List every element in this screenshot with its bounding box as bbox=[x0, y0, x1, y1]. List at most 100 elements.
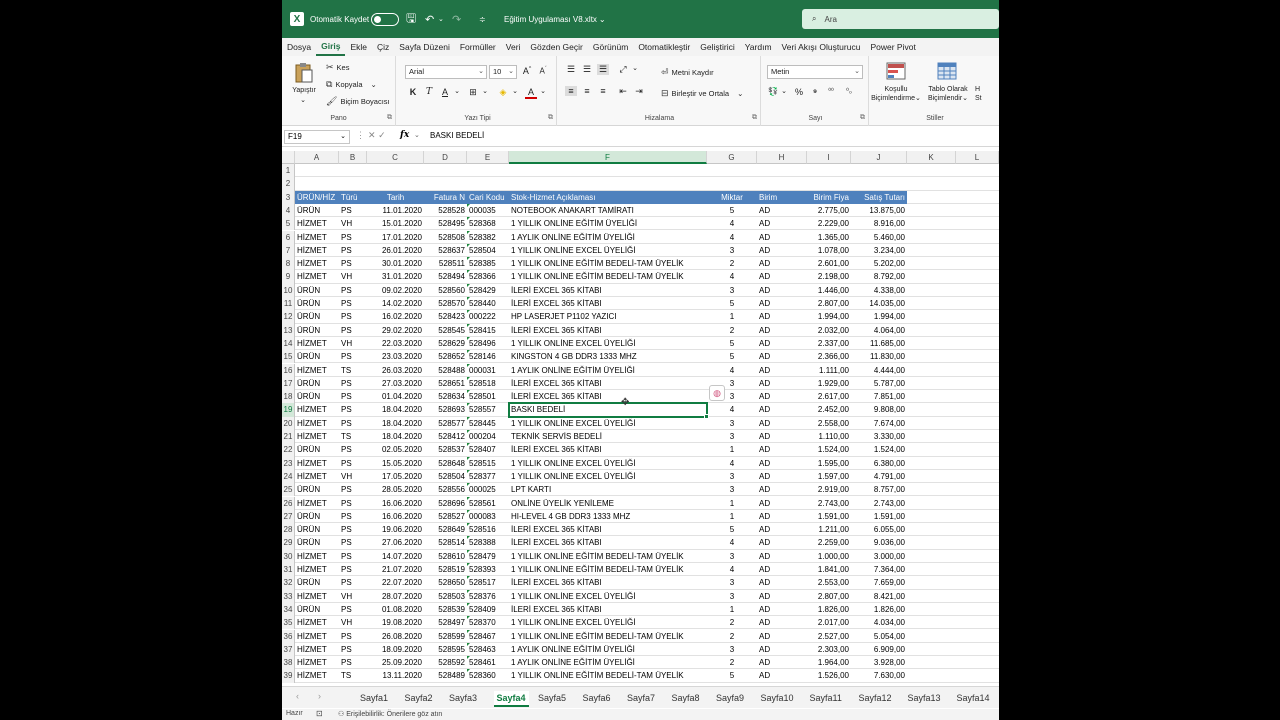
data-cell[interactable]: 02.05.2020 bbox=[367, 443, 424, 456]
data-cell[interactable]: 1.841,00 bbox=[807, 563, 851, 576]
data-cell[interactable]: 528517 bbox=[467, 576, 509, 589]
data-cell[interactable]: HİZMET bbox=[295, 643, 339, 656]
data-cell[interactable]: 528377 bbox=[467, 469, 509, 483]
data-cell[interactable]: AD bbox=[757, 390, 807, 403]
shrink-font-icon[interactable]: Aˇ bbox=[537, 66, 549, 76]
row-header[interactable]: 17 bbox=[282, 376, 295, 391]
menu-tab-8[interactable]: Görünüm bbox=[588, 38, 633, 56]
accessibility-status[interactable]: ⚇ Erişilebilirlik: Önerilere göz atın bbox=[338, 710, 442, 718]
data-cell[interactable]: PS bbox=[339, 457, 367, 470]
menu-tab-12[interactable]: Veri Akışı Oluşturucu bbox=[777, 38, 866, 56]
row-header[interactable]: 10 bbox=[282, 283, 295, 297]
data-cell[interactable]: 3.330,00 bbox=[851, 430, 907, 443]
data-cell[interactable]: 3 bbox=[707, 590, 757, 603]
data-cell[interactable]: 528503 bbox=[424, 590, 467, 603]
data-cell[interactable]: 528360 bbox=[467, 669, 509, 682]
menu-tab-5[interactable]: Formüller bbox=[455, 38, 501, 56]
menu-tab-6[interactable]: Veri bbox=[501, 38, 526, 56]
data-cell[interactable]: 2 bbox=[707, 324, 757, 337]
row-header[interactable]: 35 bbox=[282, 616, 295, 630]
data-cell[interactable]: 28.05.2020 bbox=[367, 483, 424, 496]
data-cell[interactable]: VH bbox=[339, 470, 367, 483]
data-cell[interactable]: 528528 bbox=[424, 204, 467, 217]
row-header[interactable]: 19 bbox=[282, 403, 295, 417]
sheet-tab-sayfa11[interactable]: Sayfa11 bbox=[810, 691, 842, 707]
data-cell[interactable]: 1.524,00 bbox=[807, 443, 851, 456]
number-format-combo[interactable]: Metin ⌄ bbox=[767, 65, 863, 79]
data-cell[interactable]: 4 bbox=[707, 563, 757, 576]
data-cell[interactable]: PS bbox=[339, 443, 367, 456]
data-cell[interactable]: 4 bbox=[707, 270, 757, 283]
sheet-tab-sayfa5[interactable]: Sayfa5 bbox=[538, 691, 566, 707]
data-cell[interactable]: AD bbox=[757, 204, 807, 217]
data-cell[interactable]: 2.452,00 bbox=[807, 403, 851, 416]
data-cell[interactable]: AD bbox=[757, 257, 807, 270]
data-cell[interactable]: 528489 bbox=[424, 669, 467, 682]
data-cell[interactable]: 528693 bbox=[424, 403, 467, 416]
data-cell[interactable]: 3.000,00 bbox=[851, 550, 907, 563]
data-cell[interactable]: AD bbox=[757, 497, 807, 510]
data-cell[interactable]: 4.338,00 bbox=[851, 284, 907, 297]
data-cell[interactable]: 1 YILLIK ONLİNE EĞİTİM BEDELİ-TAM ÜYELİK bbox=[509, 550, 707, 563]
data-cell[interactable]: 528515 bbox=[467, 456, 509, 470]
data-cell[interactable]: AD bbox=[757, 550, 807, 563]
data-cell[interactable]: 14.07.2020 bbox=[367, 550, 424, 563]
data-cell[interactable]: 528412 bbox=[424, 430, 467, 443]
data-cell[interactable]: 528570 bbox=[424, 297, 467, 310]
data-cell[interactable]: ÜRÜN bbox=[295, 483, 339, 496]
data-cell[interactable]: HİZMET bbox=[295, 656, 339, 669]
format-as-table-icon[interactable] bbox=[937, 62, 957, 80]
borders-icon[interactable]: ⊞ bbox=[467, 87, 479, 98]
data-cell[interactable]: 2.775,00 bbox=[807, 204, 851, 217]
data-cell[interactable]: 528508 bbox=[424, 231, 467, 244]
data-cell[interactable]: 528370 bbox=[467, 616, 509, 629]
data-cell[interactable]: 528629 bbox=[424, 337, 467, 350]
column-title-cell[interactable]: ÜRÜN/HİZ bbox=[295, 190, 339, 204]
data-cell[interactable]: PS bbox=[339, 417, 367, 430]
data-cell[interactable]: 528376 bbox=[467, 589, 509, 603]
data-cell[interactable]: 2.366,00 bbox=[807, 350, 851, 363]
data-cell[interactable]: PS bbox=[339, 656, 367, 669]
data-cell[interactable]: HİZMET bbox=[295, 563, 339, 576]
sheet-tab-sayfa3[interactable]: Sayfa3 bbox=[449, 691, 477, 707]
data-cell[interactable]: 528382 bbox=[467, 230, 509, 244]
data-cell[interactable]: HİZMET bbox=[295, 257, 339, 270]
data-cell[interactable]: AD bbox=[757, 417, 807, 430]
data-cell[interactable]: 528409 bbox=[467, 602, 509, 616]
row-header[interactable]: 13 bbox=[282, 323, 295, 337]
data-cell[interactable]: 3 bbox=[707, 550, 757, 563]
menu-tab-4[interactable]: Sayfa Düzeni bbox=[394, 38, 455, 56]
data-cell[interactable]: 25.09.2020 bbox=[367, 656, 424, 669]
data-cell[interactable]: AD bbox=[757, 337, 807, 350]
data-cell[interactable]: 528415 bbox=[467, 323, 509, 337]
menu-tab-7[interactable]: Gözden Geçir bbox=[525, 38, 587, 56]
data-cell[interactable]: 528577 bbox=[424, 417, 467, 430]
data-cell[interactable]: HİZMET bbox=[295, 630, 339, 643]
data-cell[interactable]: 2.807,00 bbox=[807, 590, 851, 603]
redo-icon[interactable]: ↷ bbox=[452, 0, 461, 38]
data-cell[interactable]: 4.791,00 bbox=[851, 470, 907, 483]
data-cell[interactable]: ÜRÜN bbox=[295, 390, 339, 403]
data-cell[interactable]: 7.364,00 bbox=[851, 563, 907, 576]
data-cell[interactable]: PS bbox=[339, 497, 367, 510]
row-header[interactable]: 37 bbox=[282, 642, 295, 657]
data-cell[interactable]: 7.659,00 bbox=[851, 576, 907, 589]
data-cell[interactable]: VH bbox=[339, 217, 367, 230]
data-cell[interactable]: 528440 bbox=[467, 297, 509, 310]
paste-label[interactable]: Yapıştır bbox=[288, 86, 320, 95]
data-cell[interactable]: 2.032,00 bbox=[807, 324, 851, 337]
column-header-d[interactable]: D bbox=[424, 151, 467, 164]
data-cell[interactable]: 13.875,00 bbox=[851, 204, 907, 217]
data-cell[interactable]: 528495 bbox=[424, 217, 467, 230]
data-cell[interactable]: AD bbox=[757, 217, 807, 230]
data-cell[interactable]: 1 bbox=[707, 497, 757, 510]
data-cell[interactable]: VH bbox=[339, 270, 367, 283]
row-header[interactable]: 3 bbox=[282, 190, 295, 204]
data-cell[interactable]: 2.259,00 bbox=[807, 536, 851, 549]
data-cell[interactable]: 21.07.2020 bbox=[367, 563, 424, 576]
data-cell[interactable]: AD bbox=[757, 443, 807, 456]
row-header[interactable]: 21 bbox=[282, 430, 295, 444]
data-cell[interactable]: 528561 bbox=[467, 496, 509, 510]
align-left-icon[interactable]: ≡ bbox=[565, 86, 577, 96]
data-cell[interactable]: 1.365,00 bbox=[807, 231, 851, 244]
